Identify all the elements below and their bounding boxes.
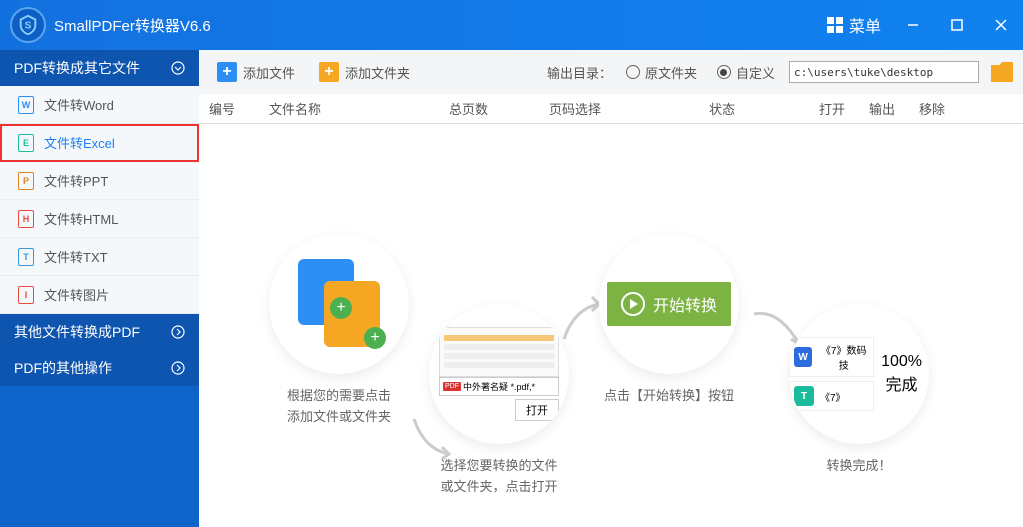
step-2-caption: 选择您要转换的文件 或文件夹，点击打开 xyxy=(429,456,569,498)
start-convert-button: 开始转换 xyxy=(607,282,731,326)
image-icon: I xyxy=(18,286,34,304)
main-panel: + 添加文件 + 添加文件夹 输出目录： 原文件夹 自定义 编号 文件名称 总页… xyxy=(199,50,1023,527)
sidebar-item-label: 文件转Word xyxy=(44,95,114,114)
txt-icon: T xyxy=(18,248,34,266)
excel-icon: E xyxy=(18,134,34,152)
sidebar-item-label: 文件转TXT xyxy=(44,247,108,266)
col-index: 编号 xyxy=(199,99,269,118)
sidebar-item-excel[interactable]: E 文件转Excel xyxy=(0,124,199,162)
html-icon: H xyxy=(18,210,34,228)
sidebar-item-label: 文件转HTML xyxy=(44,209,118,228)
sidebar-item-label: 文件转PPT xyxy=(44,171,108,190)
sidebar-category-other-to-pdf[interactable]: 其他文件转换成PDF xyxy=(0,314,199,350)
col-open: 打开 xyxy=(819,99,869,118)
ppt-icon: P xyxy=(18,172,34,190)
sidebar-item-label: 文件转图片 xyxy=(44,285,109,304)
app-logo: S xyxy=(10,7,46,43)
close-button[interactable] xyxy=(979,0,1023,50)
file-stack-icon: + + xyxy=(294,259,384,349)
sidebar: PDF转换成其它文件 W 文件转Word E 文件转Excel P 文件转PPT… xyxy=(0,50,199,527)
browse-folder-button[interactable] xyxy=(991,62,1013,82)
step-3: 开始转换 点击【开始转换】按钮 xyxy=(599,234,739,407)
minimize-button[interactable] xyxy=(891,0,935,50)
output-path-input[interactable] xyxy=(789,61,979,83)
chevron-down-icon xyxy=(171,61,185,75)
plus-icon: + xyxy=(319,62,339,82)
menu-label: 菜单 xyxy=(849,13,881,37)
sidebar-category-pdf-to-other[interactable]: PDF转换成其它文件 xyxy=(0,50,199,86)
radio-custom-folder[interactable]: 自定义 xyxy=(717,63,775,82)
add-folder-button[interactable]: + 添加文件夹 xyxy=(311,58,418,86)
empty-state: + + 根据您的需要点击 添加文件或文件夹 PDF中外著名疑 *.pdf,* 打… xyxy=(199,124,1023,527)
app-title: SmallPDFer转换器V6.6 xyxy=(54,15,211,36)
play-icon xyxy=(621,292,645,316)
sidebar-item-image[interactable]: I 文件转图片 xyxy=(0,276,199,314)
sidebar-item-word[interactable]: W 文件转Word xyxy=(0,86,199,124)
plus-icon: + xyxy=(217,62,237,82)
word-icon: W xyxy=(18,96,34,114)
step-3-caption: 点击【开始转换】按钮 xyxy=(599,386,739,407)
col-status: 状态 xyxy=(709,99,819,118)
radio-source-folder[interactable]: 原文件夹 xyxy=(626,63,697,82)
col-filename: 文件名称 xyxy=(269,99,449,118)
sidebar-item-txt[interactable]: T 文件转TXT xyxy=(0,238,199,276)
step-1: + + 根据您的需要点击 添加文件或文件夹 xyxy=(269,234,409,428)
step-4: W《7》数码技 T《7》 100% 完成 转换完成！ xyxy=(789,304,929,477)
sidebar-item-html[interactable]: H 文件转HTML xyxy=(0,200,199,238)
table-header: 编号 文件名称 总页数 页码选择 状态 打开 输出 移除 xyxy=(199,94,1023,124)
toolbar: + 添加文件 + 添加文件夹 输出目录： 原文件夹 自定义 xyxy=(199,50,1023,94)
col-pagesel: 页码选择 xyxy=(549,99,709,118)
sidebar-category-pdf-other-ops[interactable]: PDF的其他操作 xyxy=(0,350,199,386)
add-file-button[interactable]: + 添加文件 xyxy=(209,58,303,86)
sidebar-item-label: 文件转Excel xyxy=(44,133,115,152)
grid-icon xyxy=(827,17,843,33)
col-remove: 移除 xyxy=(919,99,969,118)
result-list-icon: W《7》数码技 T《7》 xyxy=(789,333,874,415)
step-4-caption: 转换完成！ xyxy=(789,456,929,477)
svg-text:S: S xyxy=(25,21,32,32)
sidebar-item-ppt[interactable]: P 文件转PPT xyxy=(0,162,199,200)
step-2: PDF中外著名疑 *.pdf,* 打开 选择您要转换的文件 或文件夹，点击打开 xyxy=(429,304,569,498)
maximize-button[interactable] xyxy=(935,0,979,50)
chevron-right-icon xyxy=(171,325,185,339)
chevron-right-icon xyxy=(171,361,185,375)
title-bar: S SmallPDFer转换器V6.6 菜单 xyxy=(0,0,1023,50)
file-dialog-icon: PDF中外著名疑 *.pdf,* 打开 xyxy=(439,327,559,421)
output-dir-label: 输出目录： xyxy=(547,63,612,82)
step-1-caption: 根据您的需要点击 添加文件或文件夹 xyxy=(269,386,409,428)
menu-button[interactable]: 菜单 xyxy=(817,7,891,43)
col-output: 输出 xyxy=(869,99,919,118)
done-badge: 100% 完成 xyxy=(874,353,929,395)
col-pages: 总页数 xyxy=(449,99,549,118)
